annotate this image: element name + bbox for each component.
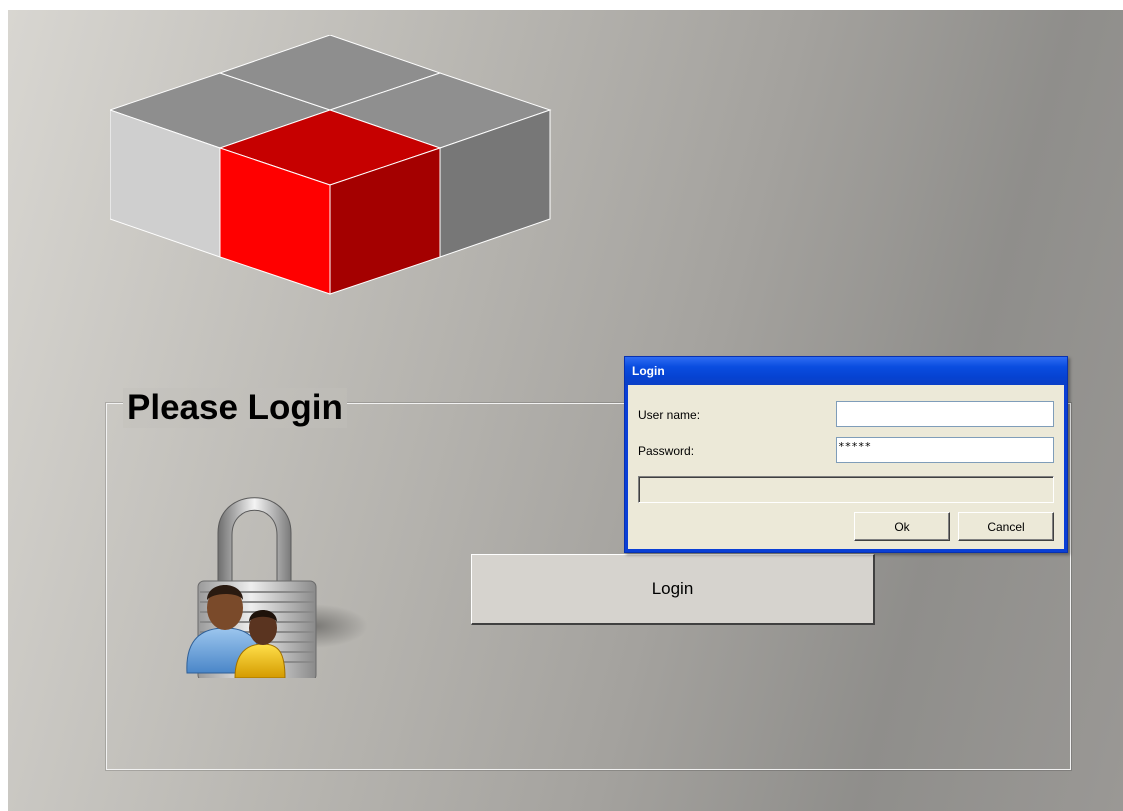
username-field[interactable] xyxy=(836,401,1054,427)
cancel-button[interactable]: Cancel xyxy=(958,512,1054,541)
group-title: Please Login xyxy=(123,388,347,428)
hmi-screen: Please Login Login Login User name: Pass… xyxy=(8,10,1123,811)
ok-button[interactable]: Ok xyxy=(854,512,950,541)
password-field[interactable]: ***** xyxy=(836,437,1054,463)
cube-logo-icon xyxy=(110,35,552,295)
username-label: User name: xyxy=(638,408,701,422)
dialog-titlebar[interactable]: Login xyxy=(625,357,1067,385)
dialog-body: User name: Password: ***** Ok Cancel xyxy=(628,385,1064,549)
login-button[interactable]: Login xyxy=(471,554,875,625)
password-label: Password: xyxy=(638,444,695,458)
login-dialog: Login User name: Password: ***** Ok Canc… xyxy=(624,356,1068,553)
lock-users-icon xyxy=(186,497,368,678)
status-field xyxy=(638,476,1054,503)
